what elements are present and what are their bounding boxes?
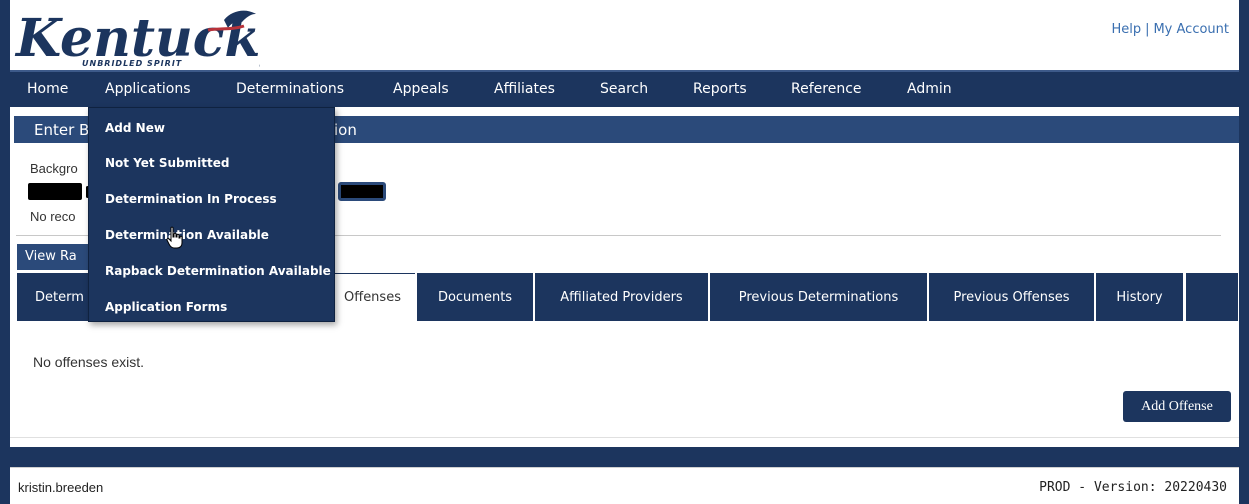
tab-affiliated-providers[interactable]: Affiliated Providers [535,273,708,321]
menu-item-not-yet-submitted[interactable]: Not Yet Submitted [105,156,229,170]
my-account-link[interactable]: My Account [1153,22,1229,37]
kentucky-logo-graphic: Kentucky UNBRIDLED SPIRIT [14,8,294,69]
page-footer: kristin.breeden PROD - Version: 20220430 [10,467,1239,504]
redacted-id [338,182,386,201]
app-window: Kentucky UNBRIDLED SPIRIT Help |My Accoun… [0,0,1249,504]
nav-appeals[interactable]: Appeals [393,81,449,97]
view-rapback-button[interactable]: View Ra [17,244,97,270]
tab-previous-offenses[interactable]: Previous Offenses [929,273,1094,321]
nav-admin[interactable]: Admin [907,81,952,97]
link-separator: | [1145,22,1150,37]
no-offenses-message: No offenses exist. [33,354,145,370]
kentucky-logo[interactable]: Kentucky UNBRIDLED SPIRIT [10,0,294,70]
tab-previous-determinations[interactable]: Previous Determinations [710,273,927,321]
nav-determinations[interactable]: Determinations [236,81,344,97]
nav-reference[interactable]: Reference [791,81,862,97]
help-link[interactable]: Help [1111,22,1141,37]
left-border [0,0,10,504]
main-nav: Home Applications Determinations Appeals… [10,70,1239,107]
tab-history[interactable]: History [1096,273,1183,321]
footer-username: kristin.breeden [18,480,104,495]
add-offense-button[interactable]: Add Offense [1123,391,1231,422]
header-links: Help | My Account [1111,22,1229,37]
background-label: Backgro [30,161,78,176]
nav-reports[interactable]: Reports [693,81,747,97]
nav-applications[interactable]: Applications [105,81,191,97]
tab-determination[interactable]: Determ [17,273,90,321]
menu-item-determination-available[interactable]: Determination Available [105,228,269,242]
page-header: Kentucky UNBRIDLED SPIRIT Help |My Accoun… [10,0,1239,70]
nav-search[interactable]: Search [600,81,648,97]
redacted-name [28,183,82,200]
right-border [1239,0,1249,504]
tab-offenses[interactable]: Offenses [330,273,415,321]
applications-dropdown: Add New Not Yet Submitted Determination … [88,107,335,322]
bottom-bar [10,447,1239,467]
menu-item-add-new[interactable]: Add New [105,121,165,135]
section-title-left: Enter B [34,121,90,139]
panel-divider [10,437,1239,438]
tab-extra[interactable] [1186,273,1238,321]
menu-item-determination-in-process[interactable]: Determination In Process [105,192,277,206]
tab-documents[interactable]: Documents [417,273,533,321]
menu-item-application-forms[interactable]: Application Forms [105,300,227,314]
logo-tagline: UNBRIDLED SPIRIT [82,59,182,68]
hand-cursor-icon [166,226,183,249]
record-status-text: No reco [30,209,76,224]
nav-affiliates[interactable]: Affiliates [494,81,555,97]
section-title-right: ion [334,121,357,139]
footer-version: PROD - Version: 20220430 [1039,480,1227,495]
menu-item-rapback-determination-available[interactable]: Rapback Determination Available [105,264,331,278]
nav-home[interactable]: Home [27,81,68,97]
